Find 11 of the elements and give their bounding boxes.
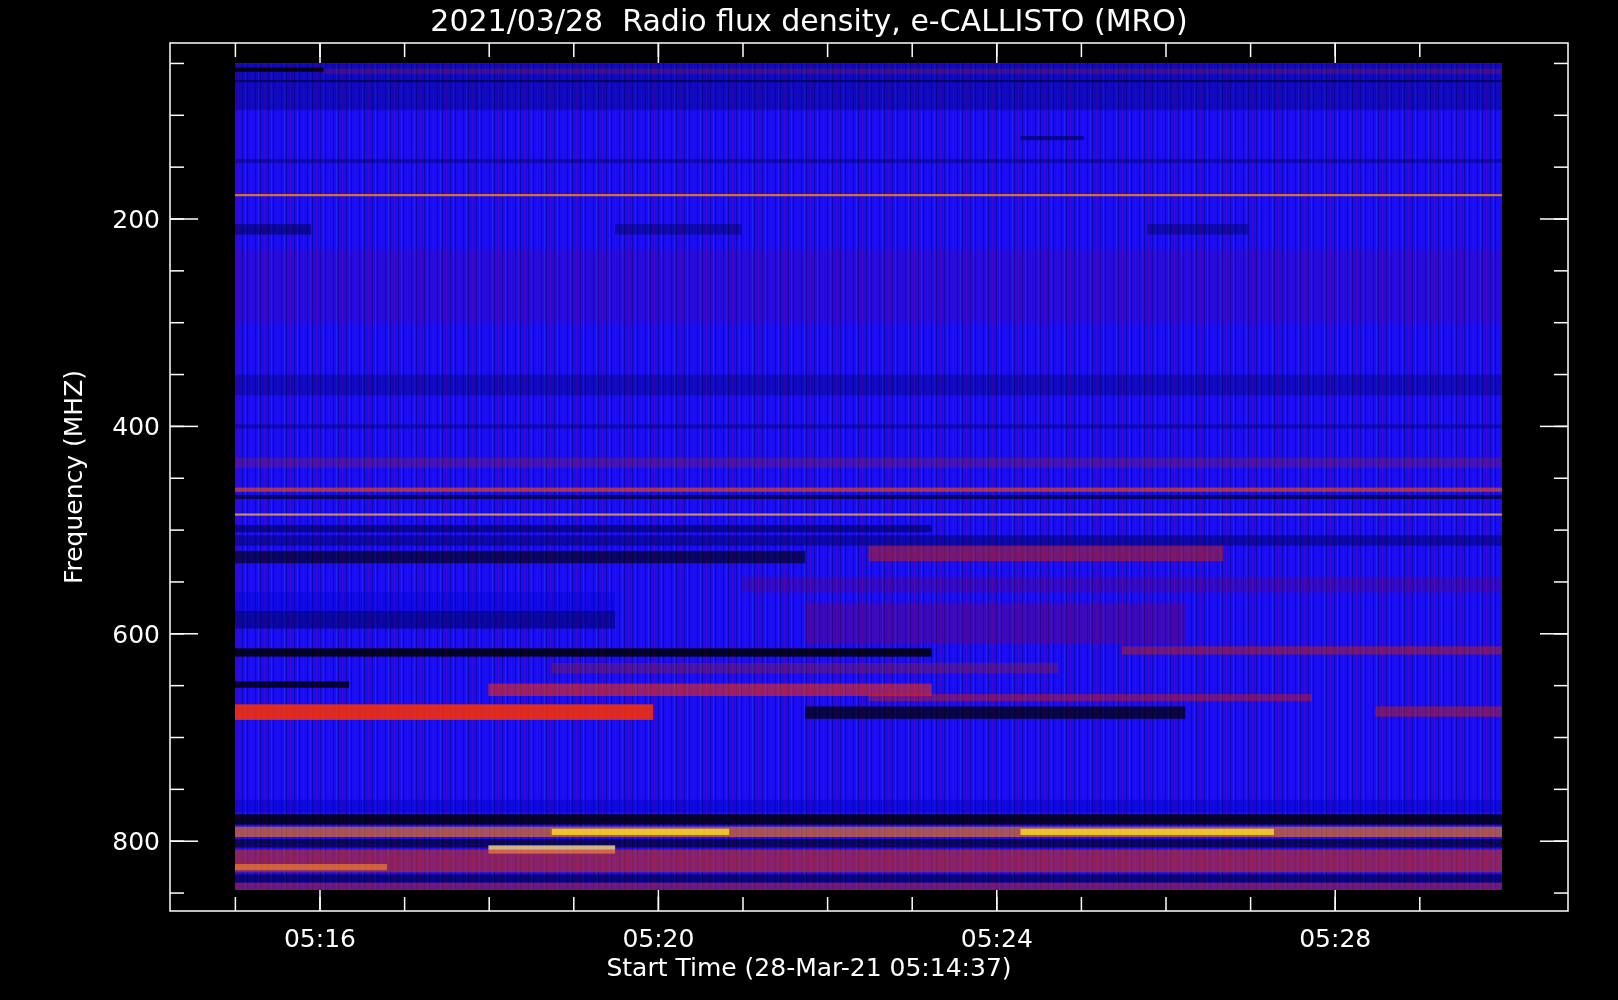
tick-label: 05:28: [1299, 924, 1372, 953]
tick-label: 05:20: [622, 924, 695, 953]
tick-label: 600: [112, 619, 160, 649]
axis-label: Start Time (28-Mar-21 05:14:37): [606, 953, 1012, 982]
axis-label: Frequency (MHZ): [59, 369, 88, 585]
tick-label: 05:16: [284, 924, 356, 953]
tick-label: 400: [112, 412, 160, 442]
tick-label: 800: [112, 827, 160, 857]
tick-label: 05:24: [960, 924, 1033, 953]
tick-label: 200: [112, 205, 160, 234]
plot-title: 2021/03/28 Radio flux density, e-CALLISTO (MRO): [430, 3, 1188, 38]
